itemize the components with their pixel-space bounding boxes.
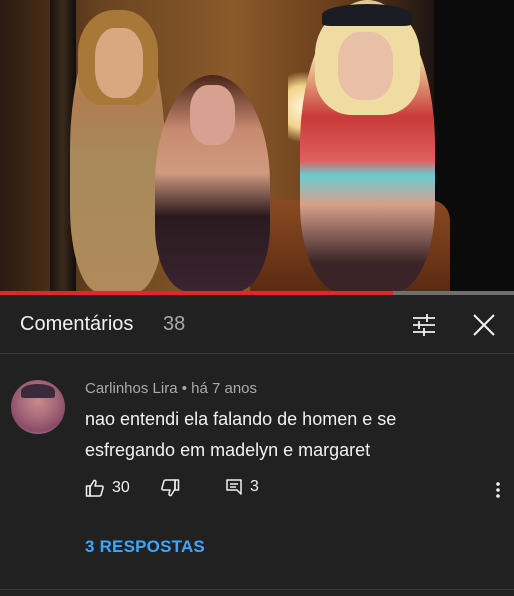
avatar[interactable]: [11, 380, 65, 434]
comment-actions: 30 3: [85, 478, 505, 502]
comment-meta: Carlinhos Lira • há 7 anos: [85, 380, 257, 397]
filter-sliders-icon[interactable]: [410, 311, 438, 339]
video-person-right: [300, 0, 435, 292]
more-options-icon[interactable]: [492, 480, 504, 500]
reply-count: 3: [250, 478, 259, 495]
comments-header: Comentários 38: [0, 295, 514, 353]
comment-text: nao entendi ela falando de homen e se es…: [85, 409, 397, 460]
comments-title: Comentários: [20, 313, 134, 335]
reply-comment-icon: [226, 479, 242, 495]
comments-count: 38: [163, 313, 186, 335]
thumbs-down-icon: [161, 479, 180, 497]
view-replies-link[interactable]: 3 RESPOSTAS: [85, 537, 205, 557]
reply-button[interactable]: 3: [225, 478, 259, 496]
video-person-left: [70, 10, 165, 292]
video-person-center-face: [190, 85, 235, 145]
comment-author[interactable]: Carlinhos Lira: [85, 380, 178, 397]
video-person-left-face: [95, 28, 143, 98]
video-person-right-headband: [322, 4, 412, 26]
close-icon[interactable]: [470, 311, 498, 339]
like-count: 30: [112, 479, 130, 496]
bottom-divider: [0, 589, 514, 590]
comment-time: há 7 anos: [191, 380, 258, 397]
video-person-right-face: [338, 32, 393, 100]
avatar-cap: [21, 384, 55, 398]
like-button[interactable]: 30: [85, 478, 130, 498]
thumbs-up-icon: [85, 479, 104, 497]
dislike-button[interactable]: [160, 478, 180, 498]
video-person-center: [155, 75, 270, 292]
header-divider: [0, 353, 514, 354]
video-player[interactable]: [0, 0, 514, 292]
meta-separator: •: [177, 380, 192, 397]
